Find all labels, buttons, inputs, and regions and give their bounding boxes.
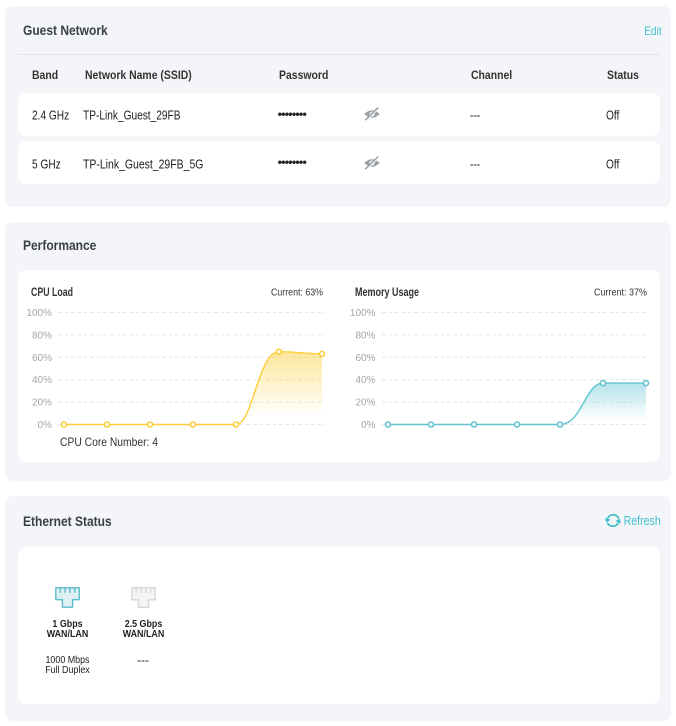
svg-text:CPU Load: CPU Load xyxy=(31,287,73,299)
svg-text:100%: 100% xyxy=(350,308,376,319)
svg-text:Current: 37%: Current: 37% xyxy=(594,286,647,298)
svg-text:20%: 20% xyxy=(355,397,375,408)
svg-text:80%: 80% xyxy=(32,330,52,341)
svg-text:60%: 60% xyxy=(355,352,375,363)
svg-text:40%: 40% xyxy=(32,375,52,386)
svg-text:40%: 40% xyxy=(355,375,375,386)
svg-text:0%: 0% xyxy=(38,420,53,431)
svg-text:80%: 80% xyxy=(355,330,375,341)
svg-text:CPU Core Number: 4: CPU Core Number: 4 xyxy=(60,435,158,449)
svg-text:Current: 63%: Current: 63% xyxy=(271,286,323,298)
svg-text:0%: 0% xyxy=(361,420,376,431)
svg-text:Memory Usage: Memory Usage xyxy=(355,287,419,299)
svg-text:60%: 60% xyxy=(32,352,52,363)
svg-text:20%: 20% xyxy=(32,397,52,408)
svg-text:100%: 100% xyxy=(26,308,52,319)
